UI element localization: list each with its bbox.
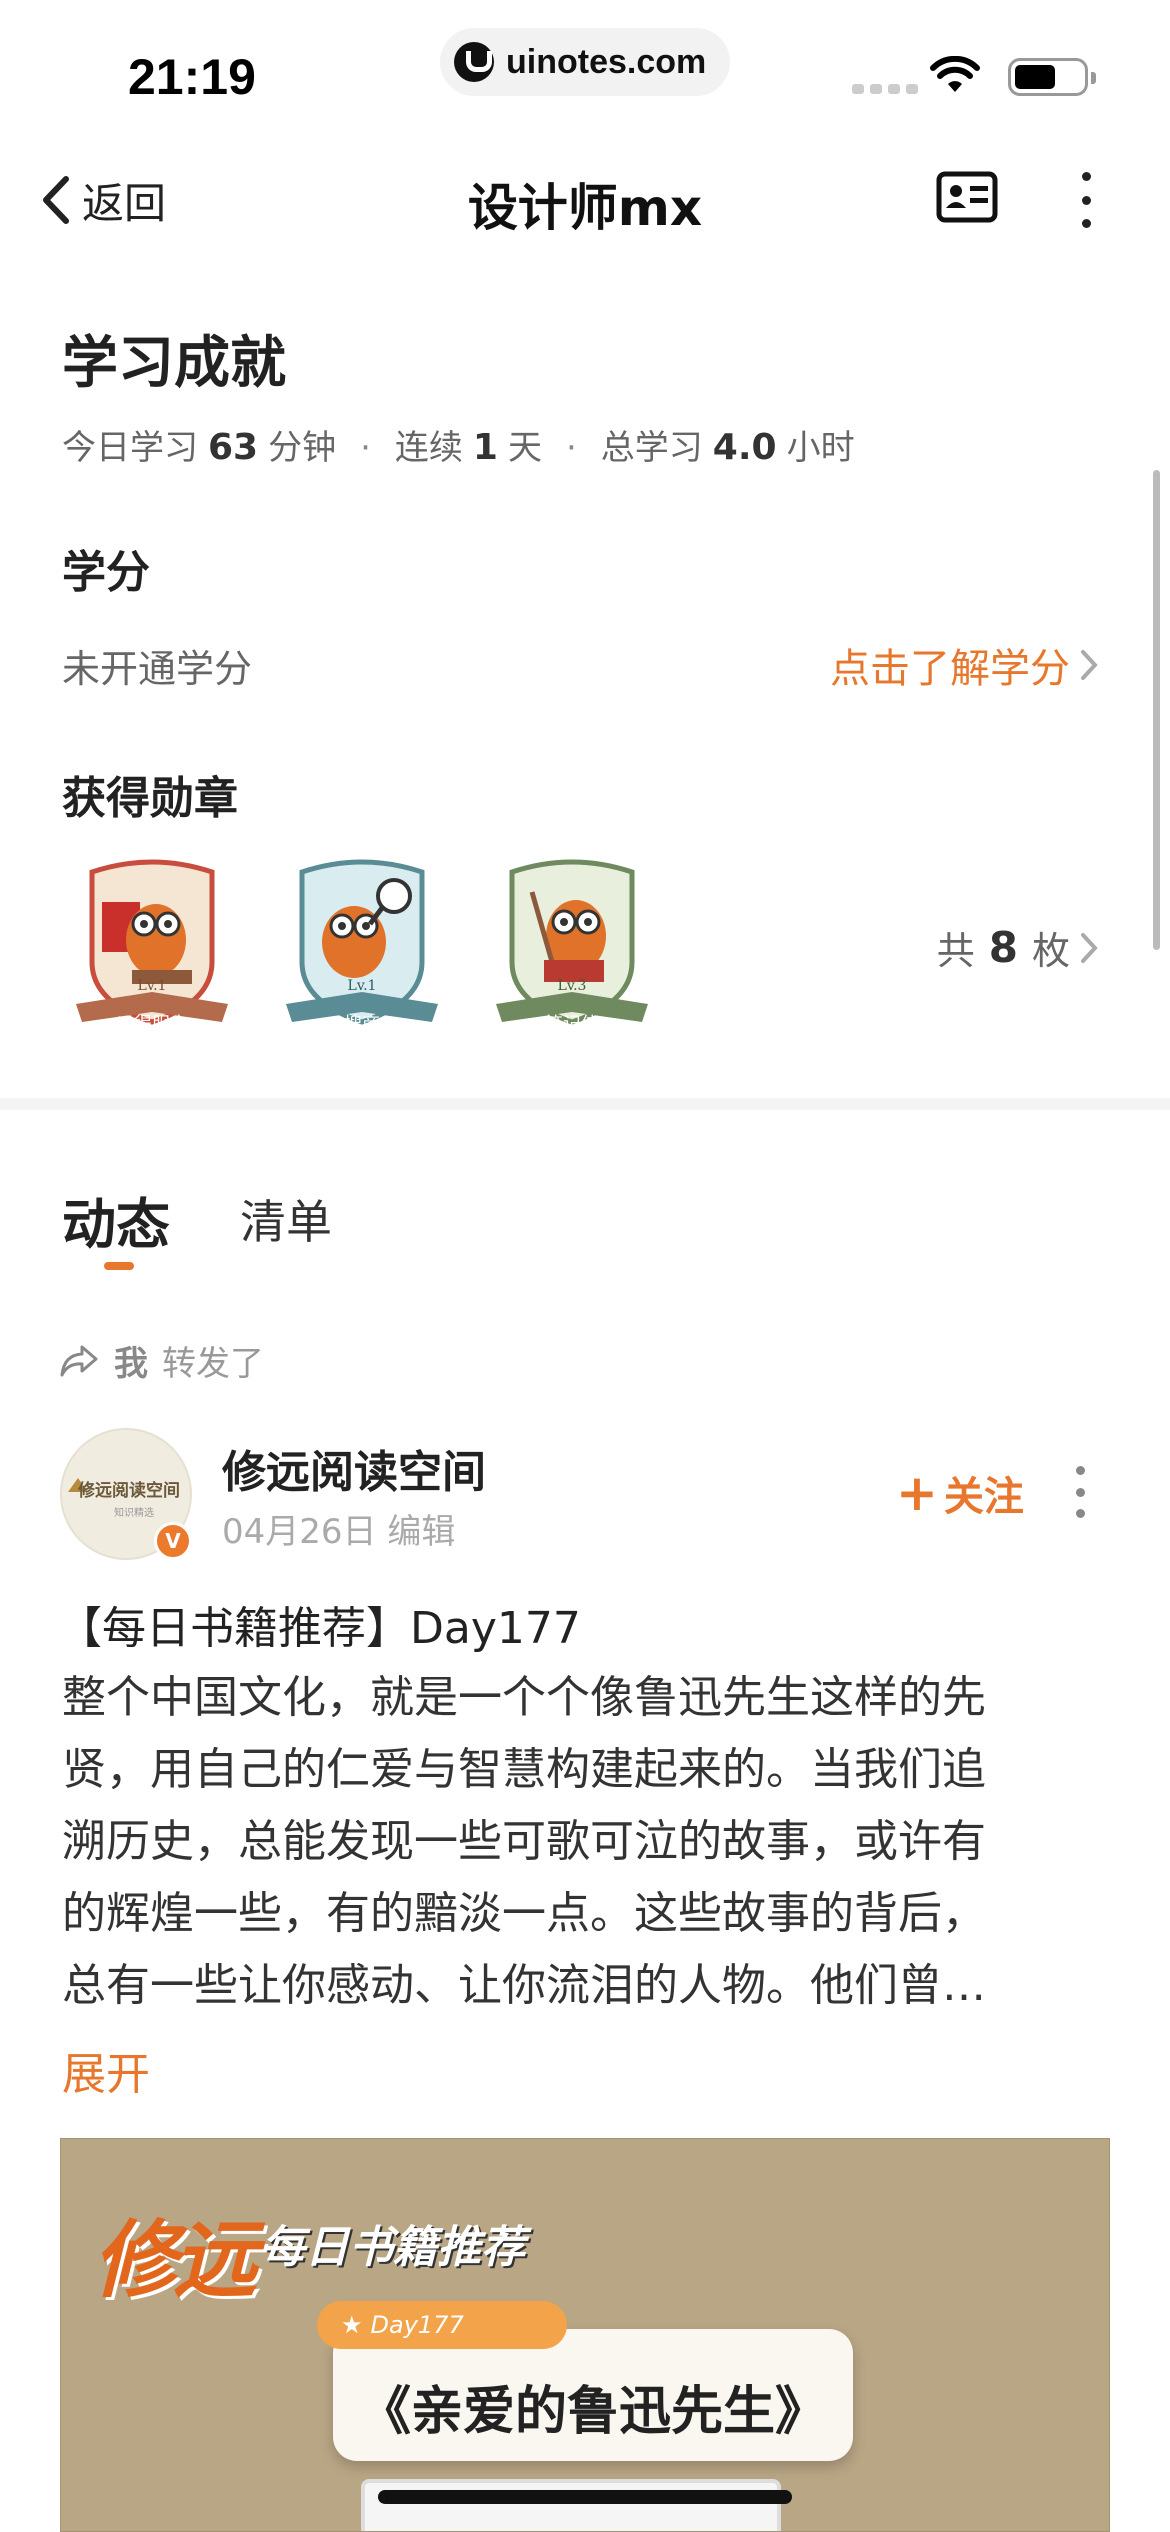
- book-title: 《亲爱的鲁迅先生》: [358, 2382, 827, 2442]
- post-line: 贤，用自己的仁爱与智慧构建起来的。当我们追: [62, 1744, 986, 1795]
- day-tag-label: Day177: [370, 2311, 464, 2339]
- today-value: 63: [208, 427, 259, 468]
- post-title: 【每日书籍推荐】Day177: [58, 1603, 581, 1654]
- url-text: uinotes.com: [506, 42, 707, 81]
- follow-button[interactable]: + 关注: [896, 1464, 1024, 1522]
- medal-level: Lv.3: [558, 978, 587, 994]
- image-brand: 修远: [93, 2210, 257, 2309]
- home-indicator[interactable]: [378, 2490, 792, 2504]
- study-stats: 今日学习 63 分钟 · 连续 1 天 · 总学习 4.0 小时: [62, 420, 855, 469]
- medal-badge[interactable]: Lv.1 以得服人: [72, 852, 232, 1042]
- post-line: 的辉煌一些，有的黯淡一点。这些故事的背后，: [62, 1888, 986, 1939]
- status-time: 21:19: [128, 49, 256, 105]
- medal-badge[interactable]: Lv.1 搜商: [282, 852, 442, 1042]
- streak-value: 1: [472, 427, 498, 468]
- avatar-logo-text: 修远阅读空间: [78, 1481, 180, 1501]
- medal-label: 笔记侠: [545, 1014, 599, 1035]
- image-subtitle: 每日书籍推荐: [261, 2222, 525, 2273]
- streak-label: 连续: [394, 428, 463, 468]
- medal-count-unit: 枚: [1031, 929, 1070, 973]
- separator: ·: [565, 428, 577, 468]
- medal-label: 搜商: [344, 1014, 380, 1035]
- battery-icon: [1008, 58, 1096, 96]
- post-line: 整个中国文化，就是一个个像鲁迅先生这样的先: [62, 1672, 986, 1723]
- section-divider: [0, 1098, 1170, 1110]
- total-value: 4.0: [712, 427, 777, 468]
- book-screen: [361, 2479, 781, 2531]
- total-unit: 小时: [786, 428, 855, 468]
- today-label: 今日学习: [62, 428, 198, 468]
- medal-level: Lv.1: [138, 978, 167, 994]
- post-line: 溯历史，总能发现一些可歌可泣的故事，或许有: [62, 1816, 986, 1867]
- chevron-right-icon: [1081, 932, 1098, 963]
- credits-status: 未开通学分: [62, 647, 253, 691]
- status-bar: 21:19 uinotes.com: [0, 0, 1170, 130]
- today-unit: 分钟: [268, 428, 337, 468]
- medal-count-link[interactable]: 共 8 枚: [937, 920, 1100, 975]
- tab-activity[interactable]: 动态: [62, 1180, 170, 1259]
- learn-credits-label: 点击了解学分: [830, 646, 1070, 692]
- post-line: 总有一些让你感动、让你流泪的人物。他们曾…: [62, 1960, 986, 2011]
- repost-action: 转发了: [162, 1344, 264, 1384]
- medal-count-prefix: 共: [936, 929, 975, 973]
- streak-unit: 天: [507, 428, 542, 468]
- credits-title: 学分: [62, 547, 150, 598]
- avatar-sub-text: 知识精选: [114, 1508, 154, 1519]
- expand-link[interactable]: 展开: [62, 2038, 150, 2102]
- tab-indicator: [104, 1262, 134, 1270]
- site-logo-icon: [454, 42, 494, 82]
- achievements-title: 学习成就: [62, 331, 286, 396]
- signal-icon: [852, 84, 918, 94]
- nav-bar: 返回 设计师mx: [0, 150, 1170, 250]
- follow-label: 关注: [943, 1474, 1024, 1520]
- author-name[interactable]: 修远阅读空间: [222, 1436, 486, 1500]
- star-icon: ★: [341, 2311, 363, 2339]
- post-more-icon[interactable]: [1072, 1466, 1088, 1518]
- avatar[interactable]: 修远阅读空间 知识精选 V: [60, 1428, 192, 1560]
- post-image[interactable]: 修远 每日书籍推荐 《亲爱的鲁迅先生》 ★ Day177: [60, 2138, 1110, 2532]
- plus-icon: +: [896, 1464, 938, 1522]
- profile-card-icon[interactable]: [936, 170, 998, 224]
- more-options-icon[interactable]: [1076, 172, 1096, 228]
- verified-badge: V: [154, 1522, 192, 1560]
- scrollbar[interactable]: [1153, 470, 1160, 950]
- repost-row: 我 转发了: [58, 1336, 264, 1385]
- tab-lists[interactable]: 清单: [240, 1186, 332, 1252]
- medal-count-value: 8: [988, 923, 1018, 972]
- total-label: 总学习: [600, 428, 703, 468]
- day-tag: ★ Day177: [317, 2301, 567, 2349]
- chevron-right-icon: [1081, 650, 1098, 680]
- medal-level: Lv.1: [348, 978, 377, 994]
- post-body[interactable]: 整个中国文化，就是一个个像鲁迅先生这样的先 贤，用自己的仁爱与智慧构建起来的。当…: [62, 1662, 1112, 2022]
- learn-credits-link[interactable]: 点击了解学分: [830, 636, 1100, 694]
- repost-user[interactable]: 我: [114, 1336, 148, 1385]
- medals-title: 获得勋章: [62, 773, 238, 824]
- medal-badge[interactable]: Lv.3 笔记侠: [492, 852, 652, 1042]
- post-meta: 04月26日 编辑: [222, 1512, 456, 1552]
- share-icon: [60, 1345, 98, 1376]
- wifi-icon: [930, 56, 980, 92]
- medal-label: 以得服人: [116, 1014, 188, 1035]
- url-pill[interactable]: uinotes.com: [440, 28, 730, 96]
- separator: ·: [360, 428, 371, 468]
